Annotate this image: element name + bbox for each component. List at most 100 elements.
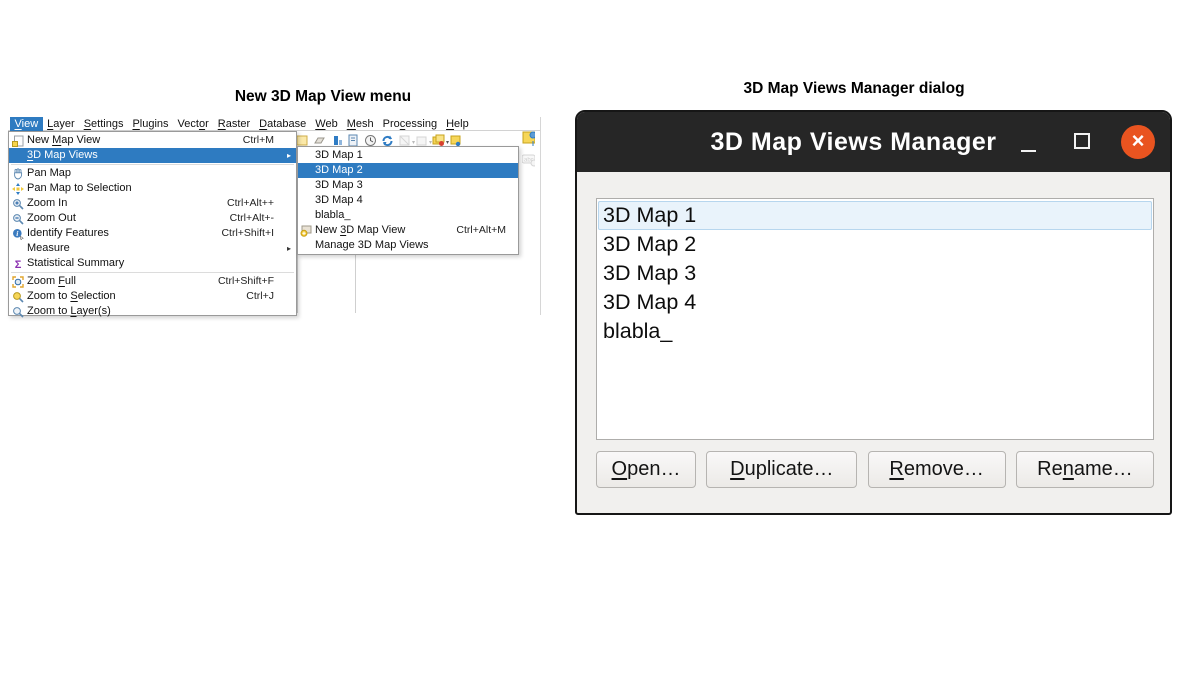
- menu-item-pan-map-to-selection[interactable]: Pan Map to Selection: [9, 181, 296, 196]
- identify-features-icon: i: [9, 228, 27, 240]
- right-caption: 3D Map Views Manager dialog: [556, 80, 1152, 98]
- list-item-blabla[interactable]: blabla_: [598, 317, 1152, 346]
- minimize-icon: [1021, 150, 1036, 153]
- menubar-item-database[interactable]: Database: [255, 117, 311, 131]
- menu-item-identify-features[interactable]: i Identify Features Ctrl+Shift+I: [9, 226, 296, 241]
- menubar-item-help[interactable]: Help: [442, 117, 474, 131]
- menu-item-3d-map-views[interactable]: 3D Map Views ▸: [9, 148, 296, 163]
- menu-item-shortcut: Ctrl+M: [243, 133, 296, 148]
- submenu-item-label: 3D Map 3: [315, 178, 363, 193]
- submenu-item-3d-map-4[interactable]: 3D Map 4: [298, 193, 518, 208]
- maximize-button[interactable]: [1074, 133, 1092, 151]
- menu-item-label: Zoom to Selection: [27, 289, 116, 304]
- submenu-item-label: blabla_: [315, 208, 350, 223]
- open-button[interactable]: Open…: [596, 451, 696, 488]
- menubar-item-web[interactable]: Web: [311, 117, 342, 131]
- menu-separator: [11, 272, 294, 273]
- menu-item-zoom-to-selection[interactable]: Zoom to Selection Ctrl+J: [9, 289, 296, 304]
- list-item-3d-map-4[interactable]: 3D Map 4: [598, 288, 1152, 317]
- label-toolbar-icon[interactable]: abc: [522, 153, 535, 166]
- submenu-item-3d-map-2[interactable]: 3D Map 2: [298, 163, 518, 178]
- menu-item-shortcut: Ctrl+Shift+F: [218, 274, 296, 289]
- pan-to-selection-icon: [9, 183, 27, 195]
- list-item-3d-map-1[interactable]: 3D Map 1: [598, 201, 1152, 230]
- menubar-item-vector[interactable]: Vector: [173, 117, 213, 131]
- remove-button[interactable]: Remove…: [868, 451, 1006, 488]
- submenu-item-shortcut: Ctrl+Alt+M: [456, 223, 518, 238]
- svg-text:Σ: Σ: [15, 259, 22, 270]
- close-icon: ×: [1132, 130, 1145, 152]
- submenu-item-3d-map-3[interactable]: 3D Map 3: [298, 178, 518, 193]
- menubar: View Layer Settings Plugins Vector Raste…: [8, 117, 540, 131]
- menu-item-label: Measure: [27, 241, 70, 256]
- menu-item-measure[interactable]: Measure ▸: [9, 241, 296, 256]
- submenu-arrow-icon: ▸: [287, 148, 291, 163]
- submenu-item-new-3d-map-view[interactable]: New 3D Map View Ctrl+Alt+M: [298, 223, 518, 238]
- menu-item-zoom-in[interactable]: Zoom In Ctrl+Alt++: [9, 196, 296, 211]
- screenshot-canvas: New 3D Map View menu 3D Map Views Manage…: [0, 0, 1200, 675]
- qgis-window-fragment: View Layer Settings Plugins Vector Raste…: [8, 117, 541, 315]
- dialog-titlebar[interactable]: 3D Map Views Manager ×: [577, 112, 1170, 172]
- menu-item-zoom-out[interactable]: Zoom Out Ctrl+Alt+-: [9, 211, 296, 226]
- menu-item-zoom-full[interactable]: Zoom Full Ctrl+Shift+F: [9, 274, 296, 289]
- side-toolbar: abc: [522, 133, 540, 166]
- menu-item-label: Pan Map to Selection: [27, 181, 132, 196]
- menubar-item-mesh[interactable]: Mesh: [342, 117, 378, 131]
- zoom-full-icon: [9, 276, 27, 288]
- list-item-3d-map-2[interactable]: 3D Map 2: [598, 230, 1152, 259]
- menu-item-label: Statistical Summary: [27, 256, 124, 271]
- menu-item-label: Zoom Out: [27, 211, 76, 226]
- menu-item-shortcut: Ctrl+Shift+I: [221, 226, 296, 241]
- menu-item-shortcut: Ctrl+Alt++: [227, 196, 296, 211]
- map-views-list[interactable]: 3D Map 1 3D Map 2 3D Map 3 3D Map 4 blab…: [596, 198, 1154, 440]
- menubar-item-plugins[interactable]: Plugins: [128, 117, 173, 131]
- dialog-title: 3D Map Views Manager: [577, 112, 1130, 172]
- menubar-item-raster[interactable]: Raster: [213, 117, 254, 131]
- menu-item-label: 3D Map Views: [27, 148, 98, 163]
- submenu-item-label: 3D Map 2: [315, 163, 363, 178]
- submenu-item-manage-3d-map-views[interactable]: Manage 3D Map Views: [298, 238, 518, 253]
- new-map-view-icon: [9, 135, 27, 147]
- duplicate-button[interactable]: Duplicate…: [706, 451, 857, 488]
- menubar-item-view[interactable]: View: [10, 117, 43, 131]
- menubar-item-processing[interactable]: Processing: [378, 117, 441, 131]
- menu-item-new-map-view[interactable]: New Map View Ctrl+M: [9, 133, 296, 148]
- submenu-arrow-icon: ▸: [287, 241, 291, 256]
- minimize-button[interactable]: [1019, 132, 1037, 152]
- show-map-tips-icon[interactable]: [522, 133, 535, 146]
- menubar-item-layer[interactable]: Layer: [43, 117, 80, 131]
- menubar-item-settings[interactable]: Settings: [79, 117, 128, 131]
- zoom-in-icon: [9, 198, 27, 210]
- maximize-icon: [1074, 133, 1090, 149]
- 3d-map-views-manager-dialog: 3D Map Views Manager × 3D Map 1 3D Map 2…: [575, 110, 1172, 515]
- menu-item-label: Zoom In: [27, 196, 67, 211]
- menu-item-label: Pan Map: [27, 166, 71, 181]
- menu-item-label: Identify Features: [27, 226, 109, 241]
- close-button[interactable]: ×: [1121, 125, 1155, 159]
- menu-item-zoom-to-layers[interactable]: Zoom to Layer(s): [9, 304, 296, 319]
- submenu-item-label: 3D Map 1: [315, 148, 363, 163]
- zoom-out-icon: [9, 213, 27, 225]
- list-item-3d-map-3[interactable]: 3D Map 3: [598, 259, 1152, 288]
- menu-item-shortcut: Ctrl+Alt+-: [230, 211, 296, 226]
- left-caption: New 3D Map View menu: [118, 88, 528, 106]
- sigma-icon: Σ: [9, 258, 27, 270]
- submenu-item-label: Manage 3D Map Views: [315, 238, 429, 253]
- submenu-item-label: New 3D Map View: [315, 223, 405, 238]
- view-menu-dropdown: New Map View Ctrl+M 3D Map Views ▸ Pan M…: [8, 131, 297, 316]
- menu-item-shortcut: Ctrl+J: [246, 289, 296, 304]
- menu-item-label: Zoom to Layer(s): [27, 304, 111, 319]
- dialog-button-row: Open… Duplicate… Remove… Rename…: [596, 451, 1154, 488]
- menu-item-label: New Map View: [27, 133, 100, 148]
- submenu-item-blabla[interactable]: blabla_: [298, 208, 518, 223]
- submenu-item-3d-map-1[interactable]: 3D Map 1: [298, 148, 518, 163]
- zoom-to-selection-icon: [9, 291, 27, 303]
- 3d-map-views-submenu: 3D Map 1 3D Map 2 3D Map 3 3D Map 4 blab…: [297, 146, 519, 255]
- rename-button[interactable]: Rename…: [1016, 451, 1154, 488]
- menu-item-pan-map[interactable]: Pan Map: [9, 166, 296, 181]
- zoom-to-layer-icon: [9, 306, 27, 318]
- menu-item-statistical-summary[interactable]: Σ Statistical Summary: [9, 256, 296, 271]
- pan-map-hand-icon: [9, 168, 27, 180]
- menu-separator: [11, 164, 294, 165]
- panel-edge-lines: [297, 255, 356, 313]
